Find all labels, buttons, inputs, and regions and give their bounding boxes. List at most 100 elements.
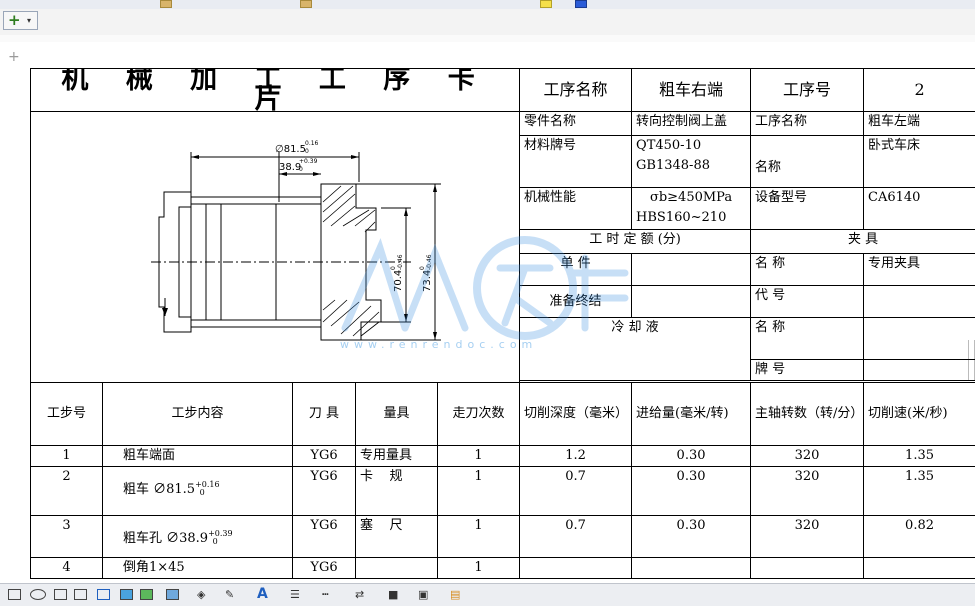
- insert-chart-icon[interactable]: [120, 589, 133, 600]
- step-content: 粗车端面: [103, 446, 293, 467]
- fixture-header: 夹 具: [751, 230, 975, 254]
- step-rpm: [751, 558, 864, 579]
- rpm-header: 主轴转数（转/分）: [751, 383, 864, 446]
- line-color-icon[interactable]: ✎: [225, 588, 234, 601]
- proc-name2-value: 粗车左端: [864, 112, 975, 136]
- textbox-tool-icon[interactable]: [54, 589, 67, 600]
- watermark-url: www.renrendoc.com: [340, 338, 537, 351]
- equip-label: 设备型号: [751, 188, 864, 230]
- folder-icon[interactable]: [300, 0, 312, 8]
- brand-value: [864, 360, 975, 381]
- step-content-header: 工步内容: [103, 383, 293, 446]
- line-style-icon[interactable]: ☰: [290, 588, 300, 601]
- drawing-toolbar: + ▾: [0, 9, 975, 36]
- step-rpm: 320: [751, 446, 864, 467]
- proc-no-label: 工序号: [751, 69, 864, 112]
- unit-value: [632, 254, 751, 286]
- name3-label: 名 称: [751, 318, 864, 360]
- table-row: 4 倒角1×45 YG6 1: [31, 558, 975, 579]
- step-content-cell: 粗车 ∅81.5+0.160: [103, 467, 293, 516]
- dim-outer-tol: 0.16: [305, 140, 319, 147]
- unit-label: 单 件: [520, 254, 632, 286]
- part-name-label: 零件名称: [520, 112, 632, 136]
- step-no: 1: [31, 446, 103, 467]
- highlight-icon[interactable]: [540, 0, 552, 8]
- mech-hardness: HBS160~210: [636, 208, 746, 228]
- step-feed: [632, 558, 751, 579]
- dim-h2-label: 73.4: [422, 270, 433, 292]
- depth-header: 切削深度（毫米）: [520, 383, 632, 446]
- tool-header: 刀 具: [293, 383, 356, 446]
- step-gauge: 专用量具: [356, 446, 438, 467]
- step-content-cell: 粗车孔 ∅38.9+0.390: [103, 516, 293, 558]
- plus-icon: +: [8, 12, 21, 29]
- chevron-down-icon[interactable]: ▾: [27, 16, 31, 26]
- folder-icon[interactable]: [160, 0, 172, 8]
- dim-h1-tol: -0.46: [397, 254, 404, 270]
- step-speed: 1.35: [864, 446, 975, 467]
- ellipse-tool-icon[interactable]: [30, 589, 46, 600]
- dim-bore-tol: +0.39: [299, 158, 318, 165]
- step-tool: YG6: [293, 558, 356, 579]
- dim-outer-tol-low: 0: [305, 148, 309, 155]
- proc-name2-label: 工序名称: [751, 112, 864, 136]
- prep-value: [632, 286, 751, 318]
- crop-mark-icon: +: [8, 50, 20, 64]
- shadow-icon[interactable]: ■: [388, 588, 398, 601]
- dim-h2-tol: -0.46: [426, 254, 433, 270]
- step-gauge: 卡 规: [356, 467, 438, 516]
- dim-h2-tol-low: 0: [419, 266, 426, 270]
- step-speed: 1.35: [864, 467, 975, 516]
- coolant-label: 冷 却 液: [520, 318, 751, 381]
- mech-value: σb≥450MPa HBS160~210: [632, 188, 751, 230]
- rectangle-tool-icon[interactable]: [8, 589, 21, 600]
- add-button[interactable]: + ▾: [3, 11, 38, 30]
- step-passes: 1: [438, 516, 520, 558]
- process-card: 机 械 加 工 工 序 卡 片 工序名称 粗车右端 工序号 2: [30, 68, 975, 579]
- speed-header: 切削速(米/秒): [864, 383, 975, 446]
- format-icon[interactable]: [575, 0, 587, 8]
- 3d-style-icon[interactable]: ▣: [418, 588, 428, 601]
- table-row: 1 粗车端面 YG6 专用量具 1 1.2 0.30 320 1.35: [31, 446, 975, 467]
- proc-no-value: 2: [864, 69, 975, 112]
- step-no: 4: [31, 558, 103, 579]
- step-feed: 0.30: [632, 467, 751, 516]
- vertical-textbox-icon[interactable]: [74, 589, 87, 600]
- dim-outer-label: ∅81.5: [275, 144, 306, 155]
- insert-picture-icon[interactable]: [140, 589, 153, 600]
- insert-image-icon[interactable]: [166, 589, 179, 600]
- step-tool: YG6: [293, 446, 356, 467]
- prep-label: 准备终结: [520, 286, 632, 318]
- step-no: 3: [31, 516, 103, 558]
- step-rpm: 320: [751, 467, 864, 516]
- passes-header: 走刀次数: [438, 383, 520, 446]
- step-tol-low: 0: [213, 537, 218, 546]
- proc-name-label: 工序名称: [520, 69, 632, 112]
- mech-label: 机械性能: [520, 188, 632, 230]
- gauge-header: 量具: [356, 383, 438, 446]
- dash-style-icon[interactable]: ┅: [322, 588, 329, 601]
- table-row: 2 粗车 ∅81.5+0.160 YG6 卡 规 1 0.7 0.30 320 …: [31, 467, 975, 516]
- step-tool: YG6: [293, 467, 356, 516]
- material-standard: GB1348-88: [636, 156, 746, 176]
- dim-bore-label: 38.9: [279, 162, 301, 173]
- material-value: QT450-10 GB1348-88: [632, 136, 751, 188]
- fill-color-icon[interactable]: ◈: [197, 588, 205, 601]
- wordart-icon[interactable]: [97, 589, 110, 600]
- step-content: 粗车孔 ∅38.9: [123, 531, 208, 546]
- step-content: 粗车 ∅81.5: [123, 482, 195, 497]
- select-objects-icon[interactable]: ▤: [450, 588, 460, 601]
- time-quota-header: 工 时 定 额 (分): [520, 230, 751, 254]
- material-label: 材料牌号: [520, 136, 632, 188]
- arrow-style-icon[interactable]: ⇄: [355, 588, 364, 601]
- step-passes: 1: [438, 446, 520, 467]
- fixture-name-value: 专用夹具: [864, 254, 975, 286]
- step-depth: 0.7: [520, 516, 632, 558]
- step-depth: 0.7: [520, 467, 632, 516]
- step-tol: +0.16: [195, 480, 220, 489]
- card-title: 机 械 加 工 工 序 卡 片: [31, 69, 520, 112]
- material-grade: QT450-10: [636, 136, 746, 156]
- step-content: 倒角1×45: [103, 558, 293, 579]
- font-color-icon[interactable]: A: [257, 588, 268, 601]
- step-rpm: 320: [751, 516, 864, 558]
